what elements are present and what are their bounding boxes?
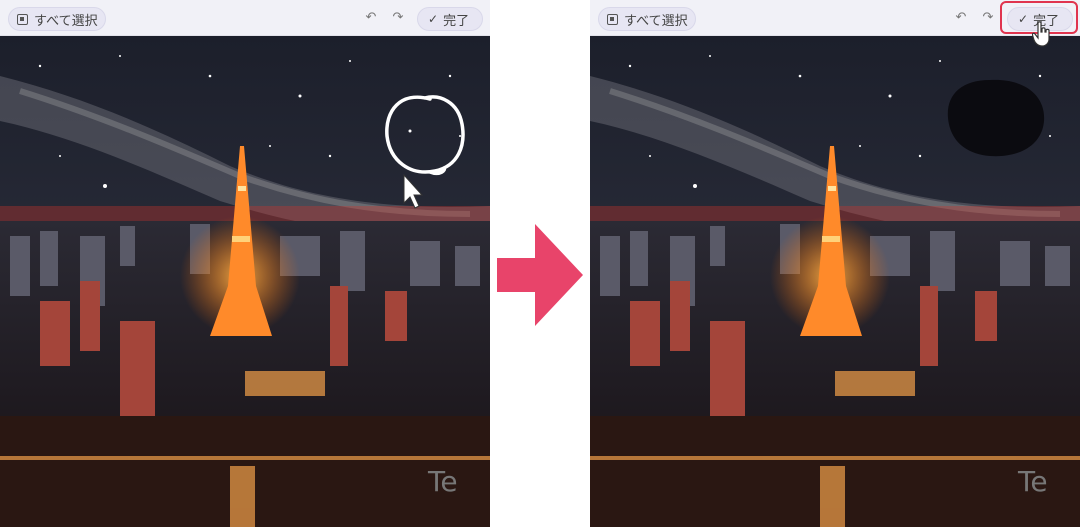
select-all-button[interactable]: すべて選択 (598, 7, 696, 31)
undo-icon[interactable]: ↶ (952, 9, 970, 27)
night-city-image[interactable]: Te (590, 36, 1080, 527)
erased-area-blob (947, 79, 1045, 157)
before-panel: すべて選択 ↶ ↷ ✓ 完了 Te (0, 0, 490, 527)
select-all-label: すべて選択 (624, 13, 688, 29)
done-button[interactable]: ✓ 完了 (417, 7, 483, 31)
select-all-label: すべて選択 (34, 13, 98, 29)
night-city-image[interactable]: Te (0, 36, 490, 527)
watermark: Te (1017, 465, 1048, 498)
right-arrow-icon (497, 224, 585, 331)
undo-icon[interactable]: ↶ (362, 9, 380, 27)
check-icon: ✓ (428, 12, 439, 26)
toolbar: すべて選択 ↶ ↷ ✓ 完了 (0, 0, 490, 36)
select-all-icon (17, 13, 28, 25)
redo-icon[interactable]: ↷ (979, 9, 997, 27)
toolbar: すべて選択 ↶ ↷ ✓ 完了 (590, 0, 1080, 36)
after-panel: すべて選択 ↶ ↷ ✓ 完了 Te (590, 0, 1080, 527)
hand-pointer-icon (1031, 21, 1052, 52)
select-all-button[interactable]: すべて選択 (8, 7, 106, 31)
done-label: 完了 (443, 13, 470, 29)
select-all-icon (607, 13, 618, 25)
watermark: Te (427, 465, 458, 498)
redo-icon[interactable]: ↷ (389, 9, 407, 27)
